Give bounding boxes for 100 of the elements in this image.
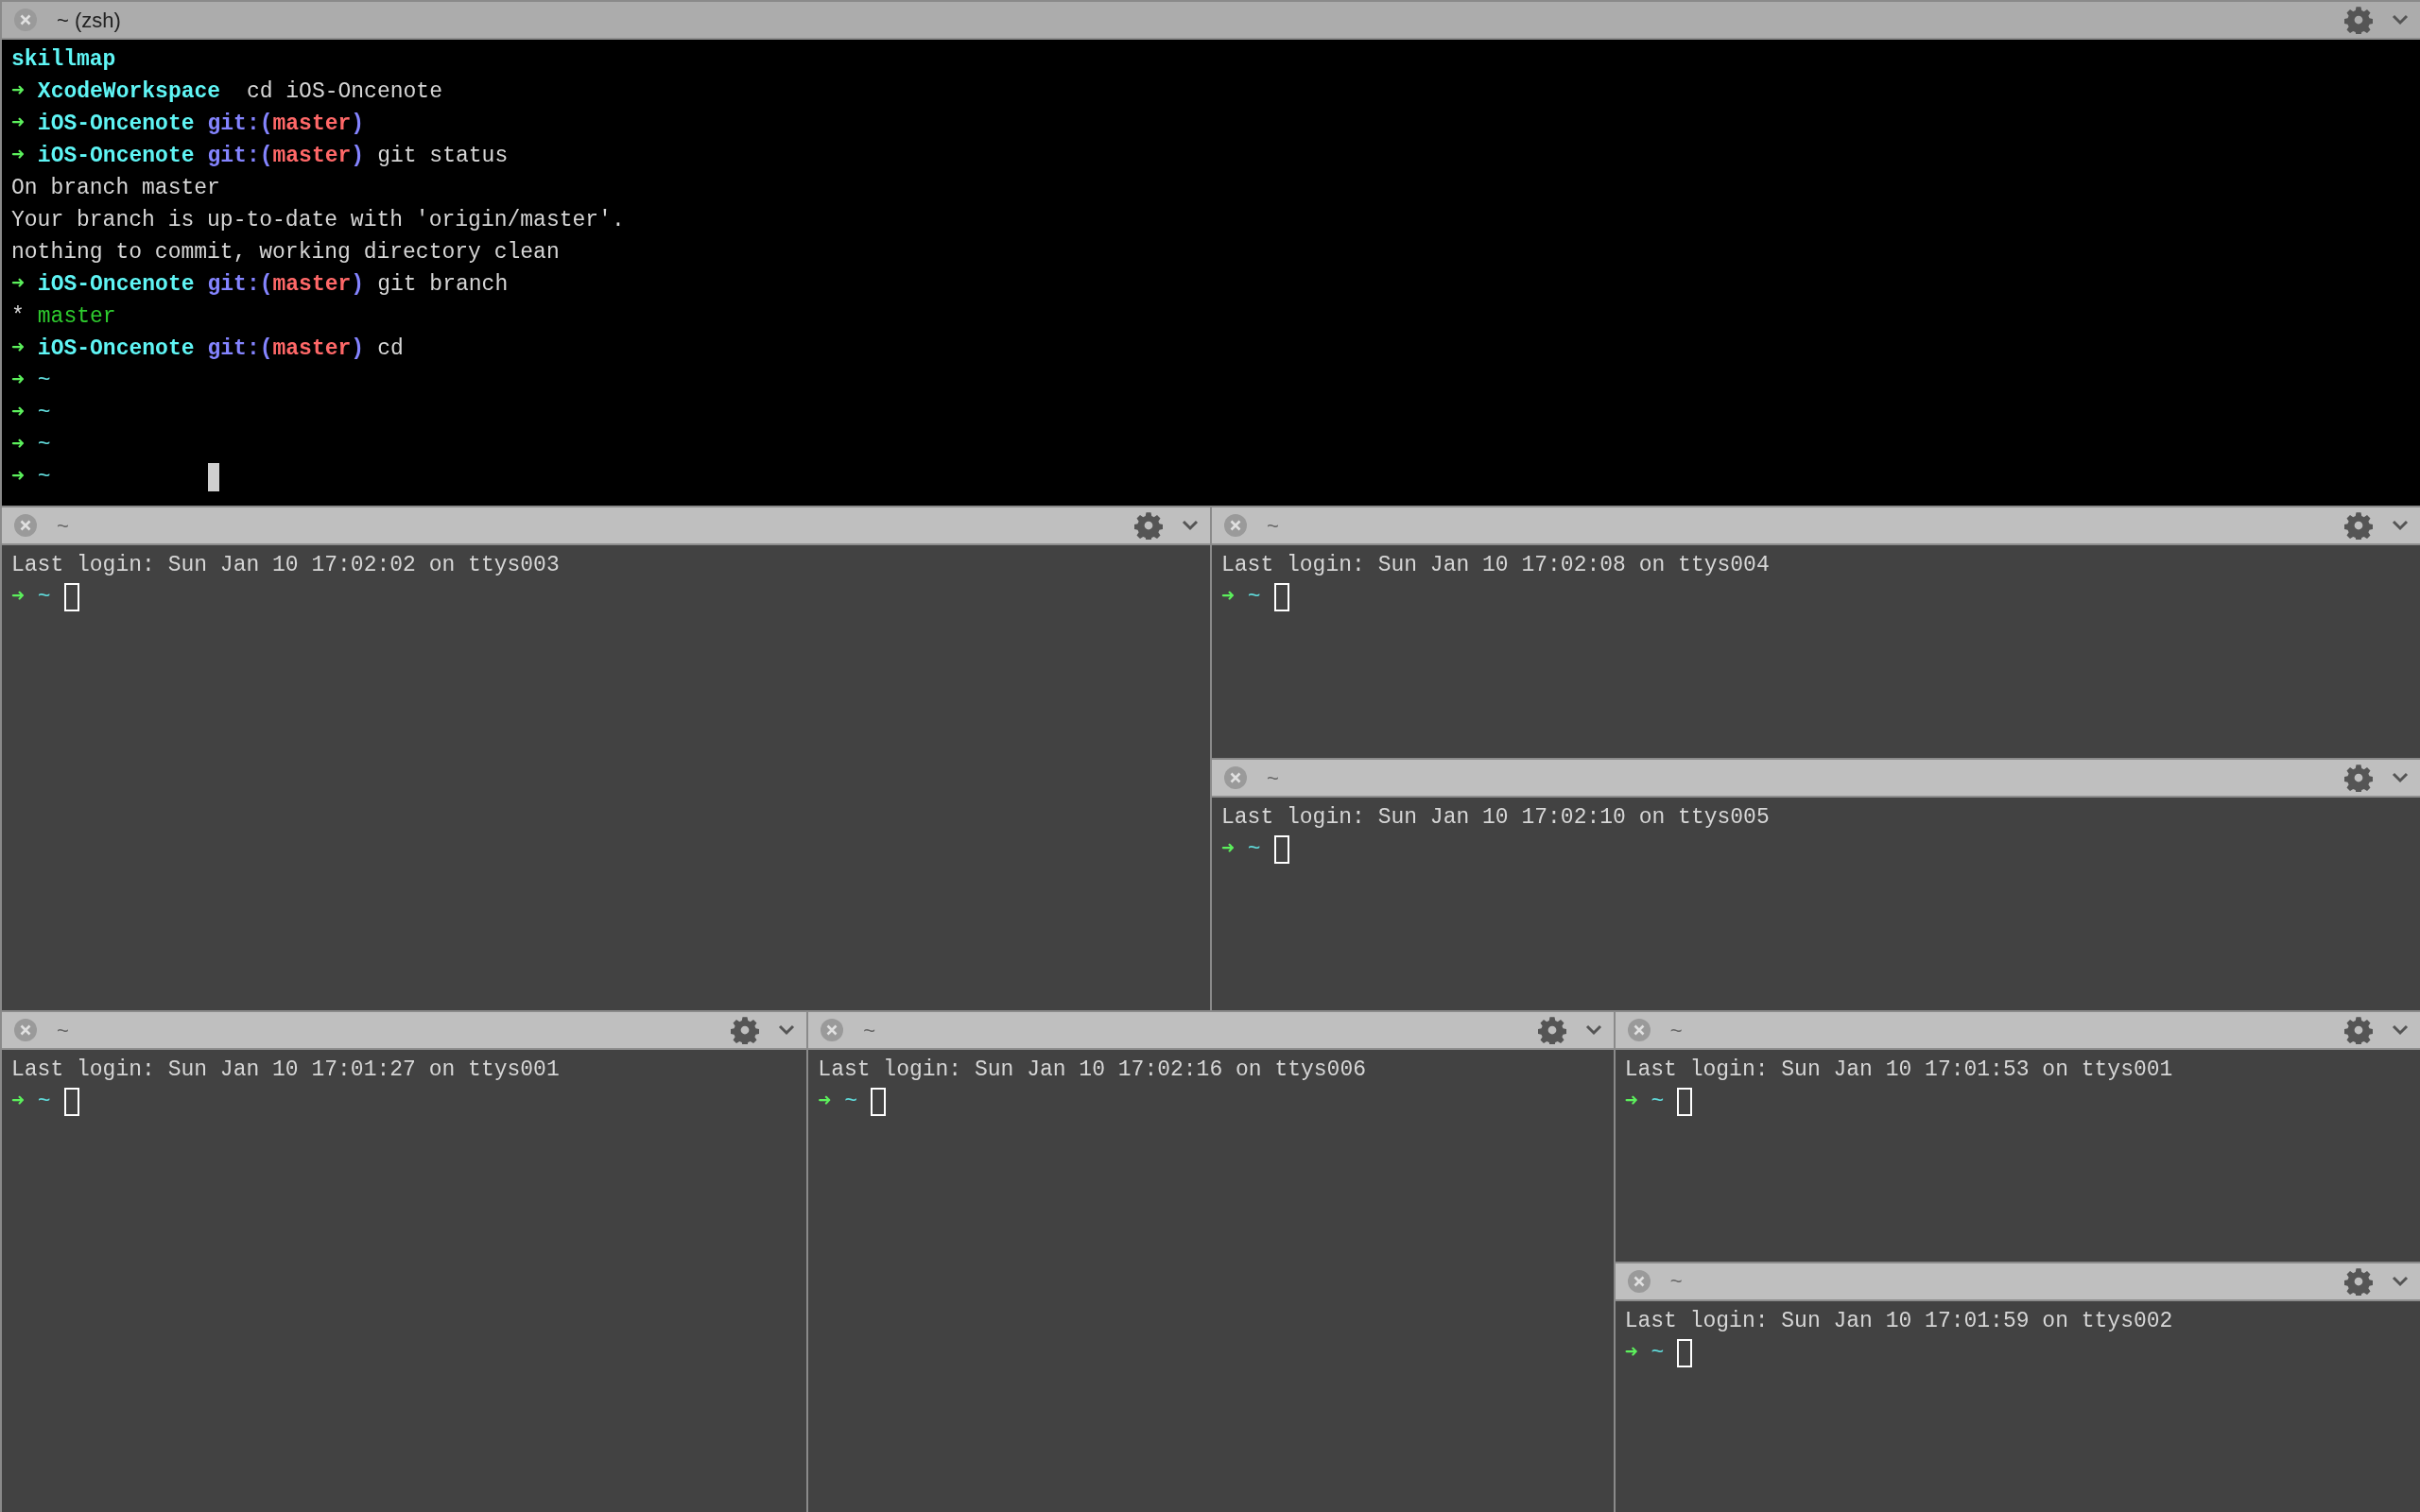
terminal-text: git status	[377, 143, 509, 170]
terminal-text: *	[11, 303, 25, 331]
close-icon[interactable]	[13, 8, 38, 32]
close-icon[interactable]	[1223, 513, 1248, 538]
chevron-down-icon[interactable]	[2392, 772, 2409, 783]
chevron-down-icon[interactable]	[1182, 520, 1199, 531]
home-directory: ~	[37, 584, 51, 611]
home-directory: ~	[37, 464, 51, 491]
git-label: git:(	[207, 111, 273, 138]
settings-icon[interactable]	[1134, 511, 1163, 540]
settings-icon[interactable]	[1537, 1016, 1566, 1044]
pane-title: ~	[1267, 512, 1279, 540]
terminal-text: Last login: Sun Jan 10 17:02:02 on ttys003	[11, 552, 560, 579]
text-cursor	[1677, 1338, 1693, 1367]
pane-title: ~	[1669, 1017, 1683, 1044]
git-label: )	[351, 111, 365, 138]
home-directory: ~	[1247, 836, 1261, 864]
settings-icon[interactable]	[2344, 6, 2373, 34]
home-directory: ~	[1247, 584, 1261, 611]
git-label: )	[351, 335, 365, 363]
home-directory: ~	[1651, 1339, 1665, 1367]
prompt-arrow: ➜	[11, 432, 25, 459]
chevron-down-icon[interactable]	[2392, 520, 2409, 531]
prompt-arrow: ➜	[11, 143, 25, 170]
text-cursor	[1677, 1088, 1693, 1116]
close-icon[interactable]	[1626, 1018, 1651, 1042]
text-cursor	[207, 463, 219, 491]
git-label: git:(	[207, 335, 273, 363]
chevron-down-icon[interactable]	[2392, 1275, 2409, 1287]
directory-name: iOS-Oncenote	[37, 271, 195, 299]
pane-title: ~	[1267, 765, 1279, 792]
text-cursor	[63, 583, 79, 611]
prompt-arrow: ➜	[11, 584, 25, 611]
terminal-text: Last login: Sun Jan 10 17:02:10 on ttys005	[1221, 804, 1770, 832]
terminal-text: Your branch is up-to-date with 'origin/master'.	[11, 207, 625, 234]
home-directory: ~	[37, 400, 51, 427]
prompt-arrow: ➜	[1221, 584, 1235, 611]
pane-title: ~	[1669, 1268, 1683, 1295]
branch-name: master	[272, 335, 352, 363]
prompt-arrow: ➜	[11, 78, 25, 106]
close-icon[interactable]	[820, 1018, 845, 1042]
directory-name: iOS-Oncenote	[37, 335, 195, 363]
git-label: )	[351, 143, 365, 170]
terminal-text: Last login: Sun Jan 10 17:01:53 on ttys001	[1624, 1057, 2173, 1084]
branch-name: master	[272, 271, 352, 299]
close-icon[interactable]	[13, 513, 38, 538]
chevron-down-icon[interactable]	[1584, 1024, 1602, 1036]
prompt-arrow: ➜	[1221, 836, 1235, 864]
terminal-text: On branch master	[11, 175, 220, 202]
terminal-text: cd	[377, 335, 404, 363]
close-icon[interactable]	[1223, 765, 1248, 790]
git-label: )	[351, 271, 365, 299]
directory-name: XcodeWorkspace	[37, 78, 221, 106]
text-cursor	[871, 1088, 886, 1116]
settings-icon[interactable]	[2344, 511, 2373, 540]
terminal-text: Last login: Sun Jan 10 17:01:27 on ttys001	[11, 1057, 560, 1084]
text-cursor	[63, 1088, 79, 1116]
home-directory: ~	[37, 368, 51, 395]
chevron-down-icon[interactable]	[2392, 1024, 2409, 1036]
prompt-arrow: ➜	[11, 400, 25, 427]
terminal-text: nothing to commit, working directory clean	[11, 239, 560, 266]
text-cursor	[1273, 583, 1289, 611]
branch-name: master	[37, 303, 116, 331]
prompt-arrow: ➜	[818, 1089, 832, 1116]
pane-title: ~	[863, 1017, 876, 1044]
home-directory: ~	[844, 1089, 857, 1116]
directory-name: iOS-Oncenote	[37, 143, 195, 170]
terminal-text: Last login: Sun Jan 10 17:01:59 on ttys002	[1624, 1307, 2173, 1335]
home-directory: ~	[37, 1089, 51, 1116]
branch-name: master	[272, 143, 352, 170]
prompt-arrow: ➜	[11, 368, 25, 395]
home-directory: ~	[1651, 1089, 1665, 1116]
prompt-arrow: ➜	[11, 111, 25, 138]
git-label: git:(	[207, 143, 273, 170]
settings-icon[interactable]	[2344, 1266, 2373, 1296]
branch-name: master	[272, 111, 352, 138]
pane-title: ~	[57, 1017, 69, 1044]
prompt-arrow: ➜	[1624, 1339, 1638, 1367]
git-label: git:(	[207, 271, 273, 299]
directory-name: iOS-Oncenote	[37, 111, 195, 138]
close-icon[interactable]	[1626, 1268, 1651, 1294]
chevron-down-icon[interactable]	[778, 1024, 796, 1036]
close-icon[interactable]	[13, 1018, 38, 1042]
prompt-arrow: ➜	[11, 271, 25, 299]
terminal-text: Last login: Sun Jan 10 17:02:08 on ttys004	[1221, 552, 1770, 579]
terminal-text: git branch	[377, 271, 509, 299]
chevron-down-icon[interactable]	[2392, 14, 2409, 26]
home-directory: ~	[37, 432, 51, 459]
settings-icon[interactable]	[2344, 1016, 2373, 1044]
prompt-arrow: ➜	[1624, 1089, 1638, 1116]
text-cursor	[1273, 835, 1289, 864]
prompt-arrow: ➜	[11, 464, 25, 491]
prompt-arrow: ➜	[11, 1089, 25, 1116]
settings-icon[interactable]	[731, 1016, 760, 1044]
terminal-text: cd iOS-Oncenote	[245, 78, 442, 106]
prompt-arrow: ➜	[11, 335, 25, 363]
pane-title: ~ (zsh)	[57, 7, 121, 34]
pane-title: ~	[57, 512, 69, 540]
settings-icon[interactable]	[2344, 764, 2373, 792]
terminal-text: Last login: Sun Jan 10 17:02:16 on ttys006	[818, 1057, 1367, 1084]
